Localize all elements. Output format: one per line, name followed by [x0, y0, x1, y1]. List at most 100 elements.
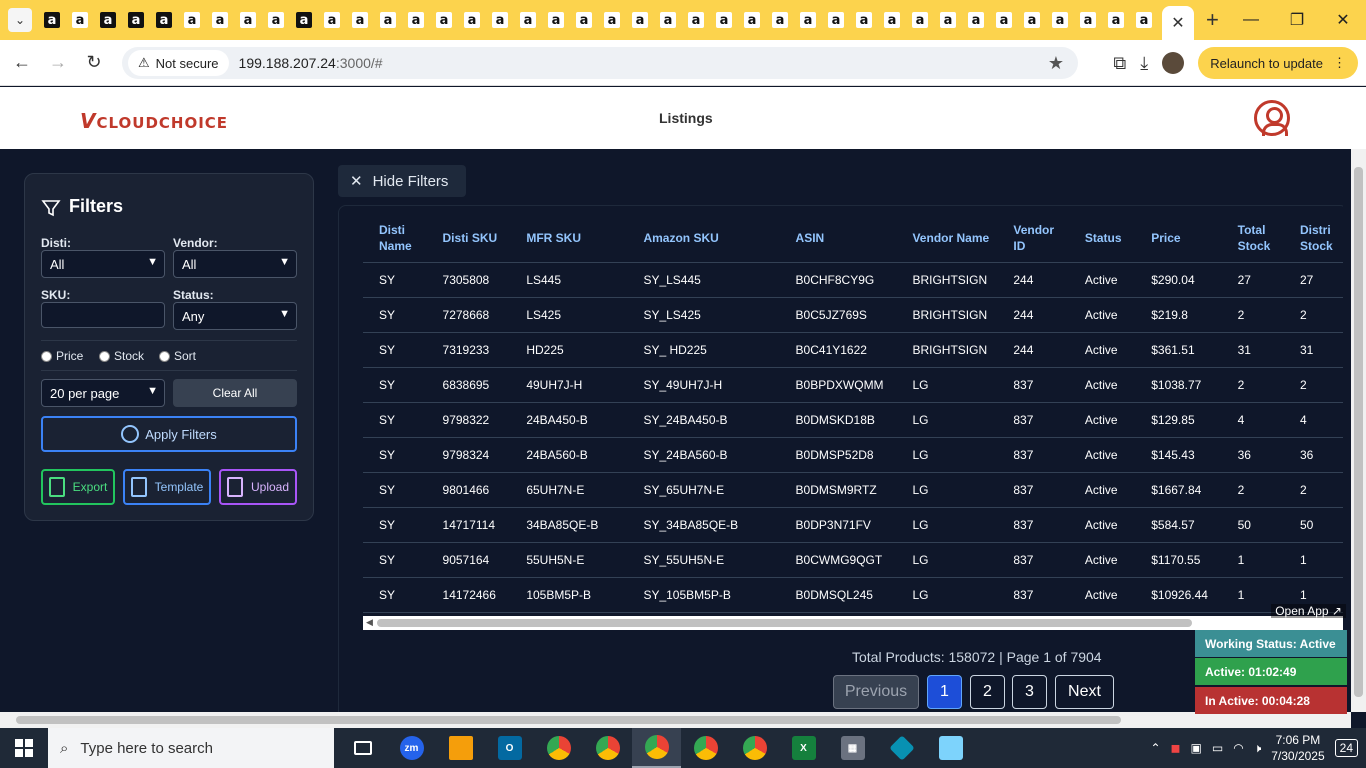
radio-stock[interactable]: Stock	[99, 349, 144, 363]
back-icon[interactable]: ←	[4, 52, 40, 73]
amazon-tab-favicon-icon[interactable]: a	[710, 0, 738, 40]
amazon-tab-favicon-icon[interactable]: a	[626, 0, 654, 40]
amazon-tab-favicon-icon[interactable]: a	[318, 0, 346, 40]
column-header[interactable]: MFR SKU	[510, 214, 628, 263]
amazon-tab-favicon-icon[interactable]: a	[1074, 0, 1102, 40]
amazon-tab-favicon-icon[interactable]: a	[374, 0, 402, 40]
amazon-tab-favicon-icon[interactable]: a	[262, 0, 290, 40]
minimize-button[interactable]: —	[1228, 0, 1274, 40]
amazon-tab-favicon-icon[interactable]: a	[682, 0, 710, 40]
column-header[interactable]: Amazon SKU	[627, 214, 780, 263]
scroll-left-icon[interactable]: ◀	[366, 617, 373, 628]
column-header[interactable]: Vendor ID	[997, 214, 1069, 263]
bookmark-star-icon[interactable]: ★	[1048, 53, 1064, 74]
amazon-tab-favicon-icon[interactable]: a	[1046, 0, 1074, 40]
amazon-tab-favicon-icon[interactable]: a	[206, 0, 234, 40]
notes-app-icon[interactable]	[926, 728, 975, 768]
amazon-tab-favicon-icon[interactable]: a	[122, 0, 150, 40]
table-row[interactable]: SY 9798322 24BA450-B SY_24BA450-B B0DMSKD18B…	[363, 402, 1343, 438]
amazon-tab-favicon-icon[interactable]: a	[794, 0, 822, 40]
column-header[interactable]: Status	[1068, 214, 1136, 263]
tab-search-button[interactable]: ⌄	[8, 8, 32, 32]
table-row[interactable]: SY 9801466 65UH7N-E SY_65UH7N-E B0DMSM9RTZ LG…	[363, 472, 1343, 508]
table-row[interactable]: SY 6838695 49UH7J-H SY_49UH7J-H B0BPDXWQMM LG…	[363, 367, 1343, 403]
chrome-icon[interactable]	[583, 728, 632, 768]
meet-icon[interactable]: ▣	[1191, 741, 1202, 755]
relaunch-button[interactable]: Relaunch to update ⋮	[1198, 47, 1358, 79]
omnibox[interactable]: ⚠ Not secure 199.188.207.24:3000/# ★	[122, 47, 1078, 79]
profile-avatar[interactable]	[1162, 52, 1185, 74]
next-page-button[interactable]: Next	[1055, 675, 1114, 709]
column-header[interactable]: Total Stock	[1221, 214, 1284, 263]
page-horizontal-scrollbar[interactable]	[0, 712, 1351, 728]
export-button[interactable]: Export	[41, 469, 115, 505]
forward-icon[interactable]: →	[40, 52, 76, 73]
reload-icon[interactable]: ↻	[76, 52, 112, 73]
column-header[interactable]: ASIN	[779, 214, 897, 263]
radio-sort[interactable]: Sort	[159, 349, 196, 363]
notifications-icon[interactable]: 24	[1334, 739, 1358, 757]
column-header[interactable]: Vendor Name	[896, 214, 998, 263]
template-button[interactable]: Template	[123, 469, 211, 505]
amazon-tab-favicon-icon[interactable]: a	[542, 0, 570, 40]
hide-filters-button[interactable]: ✕ Hide Filters	[338, 165, 466, 197]
table-row[interactable]: SY 7305808 LS445 SY_LS445 B0CHF8CY9G BRIGHTSI…	[363, 262, 1343, 298]
amazon-tab-favicon-icon[interactable]: a	[850, 0, 878, 40]
zoom-app-icon[interactable]: zm	[387, 728, 436, 768]
vendor-select[interactable]: All ▼	[173, 250, 297, 278]
radio-circle[interactable]	[159, 350, 170, 362]
url-text[interactable]: 199.188.207.24:3000/#	[239, 55, 383, 71]
chrome-icon[interactable]	[534, 728, 583, 768]
maximize-button[interactable]: ❐	[1274, 0, 1320, 40]
active-tab[interactable]: ✕	[1162, 6, 1194, 40]
upload-button[interactable]: Upload	[219, 469, 297, 505]
clock[interactable]: 7:06 PM 7/30/2025	[1271, 732, 1324, 764]
table-row[interactable]: SY 9057164 55UH5N-E SY_55UH5N-E B0CWMG9QGT LG…	[363, 542, 1343, 578]
amazon-tab-favicon-icon[interactable]: a	[514, 0, 542, 40]
previous-page-button[interactable]: Previous	[833, 675, 919, 709]
page-1-button[interactable]: 1	[927, 675, 962, 709]
extensions-icon[interactable]: ⧉	[1113, 53, 1126, 74]
radio-price[interactable]: Price	[41, 349, 83, 363]
amazon-tab-favicon-icon[interactable]: a	[458, 0, 486, 40]
acrobat-icon[interactable]: ◼	[1171, 741, 1181, 755]
clear-all-button[interactable]: Clear All	[173, 379, 297, 407]
amazon-tab-favicon-icon[interactable]: a	[878, 0, 906, 40]
per-page-select[interactable]: 20 per page ▼	[41, 379, 165, 407]
sku-input[interactable]	[41, 302, 165, 328]
amazon-tab-favicon-icon[interactable]: a	[94, 0, 122, 40]
amazon-tab-favicon-icon[interactable]: a	[962, 0, 990, 40]
amazon-tab-favicon-icon[interactable]: a	[346, 0, 374, 40]
outlook-icon[interactable]: O	[485, 728, 534, 768]
amazon-tab-favicon-icon[interactable]: a	[934, 0, 962, 40]
amazon-tab-favicon-icon[interactable]: a	[570, 0, 598, 40]
page-title[interactable]: Listings	[659, 110, 713, 126]
amazon-tab-favicon-icon[interactable]: a	[822, 0, 850, 40]
close-window-button[interactable]: ✕	[1320, 0, 1366, 40]
amazon-tab-favicon-icon[interactable]: a	[990, 0, 1018, 40]
apply-filters-button[interactable]: Apply Filters	[41, 416, 297, 452]
volume-icon[interactable]: 🕨	[1254, 741, 1262, 756]
app-diamond-icon[interactable]	[877, 728, 926, 768]
excel-icon[interactable]: X	[779, 728, 828, 768]
amazon-tab-favicon-icon[interactable]: a	[234, 0, 262, 40]
chrome-icon[interactable]	[730, 728, 779, 768]
amazon-tab-favicon-icon[interactable]: a	[598, 0, 626, 40]
open-app-link[interactable]: Open App ↗	[1271, 604, 1346, 618]
table-row[interactable]: SY 9798324 24BA560-B SY_24BA560-B B0DMSP52D8…	[363, 437, 1343, 473]
amazon-tab-favicon-icon[interactable]: a	[1018, 0, 1046, 40]
page-3-button[interactable]: 3	[1012, 675, 1047, 709]
scrollbar-thumb[interactable]	[377, 619, 1192, 627]
column-header[interactable]: Price	[1135, 214, 1222, 263]
chrome-icon[interactable]	[681, 728, 730, 768]
column-header[interactable]: Disti Name	[363, 214, 427, 263]
chevron-up-icon[interactable]: ⌃	[1150, 741, 1160, 755]
calculator-icon[interactable]: ▦	[828, 728, 877, 768]
amazon-tab-favicon-icon[interactable]: a	[1130, 0, 1158, 40]
radio-circle[interactable]	[99, 350, 110, 362]
start-button[interactable]	[0, 728, 48, 768]
page-2-button[interactable]: 2	[970, 675, 1005, 709]
amazon-tab-favicon-icon[interactable]: a	[290, 0, 318, 40]
amazon-tab-favicon-icon[interactable]: a	[66, 0, 94, 40]
column-header[interactable]: Disti SKU	[426, 214, 511, 263]
